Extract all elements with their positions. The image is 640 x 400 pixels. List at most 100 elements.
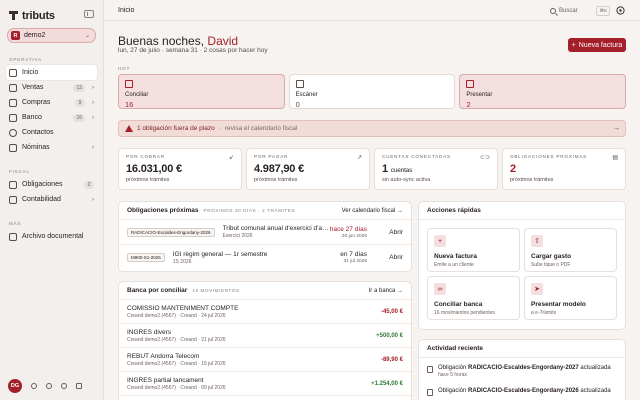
gear-icon[interactable] [46,383,52,389]
activity-item[interactable]: Obligación RADICACIO-Escaldes-Engordany-… [419,385,625,400]
brand-name: tributs [22,9,55,22]
nav-section-mas: MÁS [9,221,22,226]
count-badge: 16 [73,113,85,122]
scan-icon [295,80,304,88]
metric-value: 16.031,00 € [126,163,182,175]
ledger-icon [9,195,17,204]
obligation-title: IGI règim general — 1r semestre [172,250,268,258]
reconcile-icon [125,80,133,88]
file-icon: ▤ [612,155,618,161]
today-card-conciliar[interactable]: Conciliar 16 [118,74,285,109]
obligation-due: en 7 días 31 jul 2026 [340,251,367,264]
open-button[interactable]: Abrir [381,229,403,236]
metric-value-number: 1 [382,163,388,175]
metric-obligaciones[interactable]: OBLIGACIONES PRÓXIMAS 2 próximos trámite… [502,148,626,190]
theme-icon[interactable] [31,383,37,389]
new-invoice-label: Nueva factura [578,41,623,49]
bank-movement-row[interactable]: REBUT Andorra Telecom Creand demo2 (4567… [119,348,411,372]
bank-movement-row[interactable]: INGRES partial tancament Creand demo2 (4… [119,372,411,396]
sidebar-item-compras[interactable]: Compras 9 › [6,95,97,110]
bank-movement-row[interactable]: INGRES divers Creand demo2 (4567) · Crea… [119,324,411,348]
sidebar: tributs R demo2 ⌄ OPERATIVA Inicio Venta… [0,0,104,400]
page-title: Buenas noches, David [118,34,238,48]
bank-movement-title: REBUT Andorra Telecom [127,352,200,360]
alert-link[interactable]: revisa el calendario fiscal [225,125,298,132]
overdue-alert[interactable]: 1 obligación fuera de plazo · revisa el … [118,120,626,137]
quick-action-cargar-gasto[interactable]: ⇧ Cargar gasto Sube tique o PDF [524,228,617,272]
topbar: Inicio Buscar ⌘K [104,0,640,21]
bank-movement-text: COMISSIO MANTENIMENT COMPTE Creand demo2… [127,305,381,319]
count-badge: 12 [73,83,85,92]
panel-title: Banca por conciliar [127,287,188,294]
obligation-title: Tribut comunal anual d'exercici d'act... [222,225,330,232]
obligations-header: Obligaciones próximas PRÓXIMOS 30 DÍAS ·… [119,202,411,220]
obligation-tag: M900-S1-2026 [127,253,165,262]
payroll-icon [9,143,17,152]
breadcrumb[interactable]: Inicio [118,7,134,14]
today-card-escaner[interactable]: Escáner 0 [288,74,456,109]
bank-link[interactable]: Ir a banca → [369,288,403,294]
open-button[interactable]: Abrir [381,254,403,261]
action-sub: Sube tique o PDF [531,262,571,268]
quick-action-nueva-factura[interactable]: + Nueva factura Emite a un cliente [427,228,520,272]
sidebar-item-inicio[interactable]: Inicio [6,65,97,80]
today-card-value: 16 [125,100,134,109]
alert-separator: · [218,125,221,132]
brand-logo-icon[interactable] [616,6,625,15]
obligation-sub: Exercici 2026 [222,233,253,239]
metric-value: 1 cuentas [382,163,490,175]
org-switcher[interactable]: R demo2 ⌄ [7,28,96,43]
bank-movement-title: INGRES partial tancament [127,376,204,384]
sidebar-item-obligaciones[interactable]: Obligaciones 2 [6,177,97,192]
today-card-presentar[interactable]: Presentar 2 [459,74,627,109]
sidebar-item-nominas[interactable]: Nóminas › [6,140,97,155]
sidebar-item-contactos[interactable]: Contactos [6,125,97,140]
metric-por-cobrar[interactable]: POR COBRAR 16.031,00 € próximos trámites… [118,148,242,190]
avatar[interactable]: DG [8,379,22,393]
metric-cuentas[interactable]: CUENTAS CONECTADAS 1 cuentas sin auto-sy… [374,148,498,190]
arrow-up-right-icon: ↗ [356,155,362,161]
metric-label: POR PAGAR [254,154,289,159]
activity-subject: RADICACIO-Escaldes-Engordany-2027 [468,365,579,371]
link-icon: ⊂⊃ [479,155,490,161]
quick-action-conciliar-banca[interactable]: ∞ Conciliar banca 16 movimientos pendien… [427,276,520,320]
quick-actions-grid: + Nueva factura Emite a un cliente ⇧ Car… [419,220,625,328]
logout-icon[interactable] [76,383,82,389]
greeting-name: David [207,34,239,48]
obligation-sub: 1S 2026 [172,258,192,265]
search-icon [550,7,556,14]
sidebar-item-label: Archivo documental [22,233,84,240]
file-icon [427,366,433,373]
sidebar-item-contabilidad[interactable]: Contabilidad › [6,192,97,207]
search-input[interactable]: Buscar [559,8,593,14]
activity-item[interactable]: Obligación RADICACIO-Escaldes-Engordany-… [419,362,625,379]
home-icon [9,68,17,77]
action-sub: Emite a un cliente [434,262,474,268]
search-bar[interactable]: Buscar ⌘K [550,5,610,16]
sidebar-item-archivo[interactable]: Archivo documental [6,229,97,244]
calendar-link[interactable]: Ver calendario fiscal → [342,208,403,214]
calendar-link-label: Ver calendario fiscal [341,207,396,214]
bank-movement-row[interactable]: COMISSIO MANTENIMENT COMPTE Creand demo2… [119,300,411,324]
obligation-row[interactable]: M900-S1-2026 IGI règim general — 1r seme… [119,245,411,270]
quick-action-presentar-modelo[interactable]: ➤ Presentar modelo a e-Tràmits [524,276,617,320]
bank-movement-title: INGRES divers [127,328,172,336]
sidebar-item-ventas[interactable]: Ventas 12 › [6,80,97,95]
metric-sub: próximos trámites [510,177,554,183]
metric-por-pagar[interactable]: POR PAGAR 4.987,90 € próximos trámites ↗ [246,148,370,190]
panel-meta: PRÓXIMOS 30 DÍAS · 2 TRÁMITES [203,208,296,213]
sidebar-item-banco[interactable]: Banco 16 › [6,110,97,125]
bank-movement-amount: +1.254,00 € [371,380,403,387]
brand-logo-icon [9,11,18,20]
arrow-down-left-icon: ↙ [228,155,234,161]
obligation-tag: RADICACIO-Escaldes-Engordany-2026 [127,227,215,237]
sidebar-collapse-icon[interactable] [84,10,94,18]
obligation-row[interactable]: RADICACIO-Escaldes-Engordany-2026 Tribut… [119,220,411,245]
date-summary: lun, 27 de julio · semana 31 · 2 cosas p… [118,47,268,54]
new-invoice-button[interactable]: + Nueva factura [568,38,626,52]
metric-sub: próximos trámites [254,177,298,183]
activity-prefix: Obligación [438,365,467,371]
help-icon[interactable] [61,383,67,389]
file-icon [466,80,475,88]
sidebar-item-label: Inicio [22,69,39,76]
